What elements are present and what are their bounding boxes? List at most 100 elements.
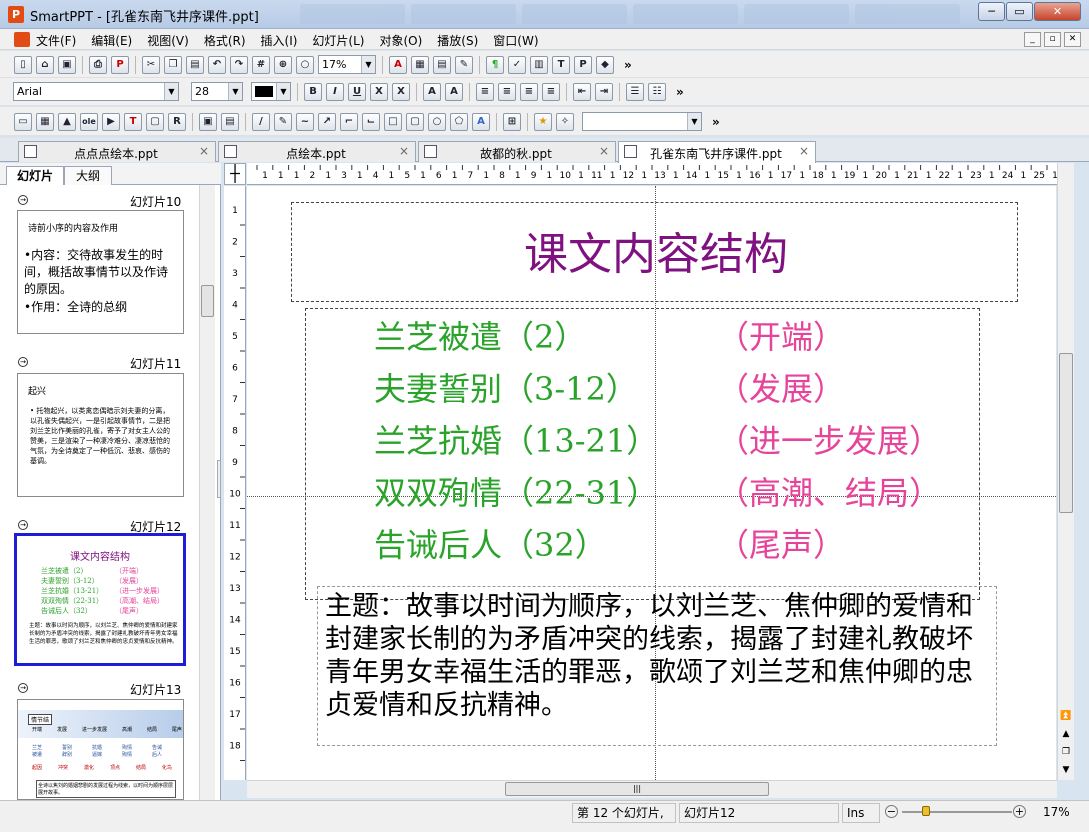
rectangle-icon[interactable]: □ [384,112,402,131]
text-a-icon[interactable]: A [389,55,407,74]
first-slide-icon[interactable]: ⏫ [1059,711,1073,725]
open-icon[interactable]: ⌂ [36,55,54,74]
more-draw-icon[interactable]: » [712,115,720,129]
tab-document-1[interactable]: 点点点绘本.ppt × [18,141,216,162]
slide-number-icon[interactable]: # [252,55,270,74]
chart-icon[interactable]: ▥ [530,55,548,74]
cut-icon[interactable]: ✂ [142,55,160,74]
font-select[interactable]: Arial ▼ [13,82,179,101]
new-icon[interactable]: ▯ [14,55,32,74]
zoom-slider-thumb[interactable] [922,806,930,816]
more-format-icon[interactable]: » [676,85,684,99]
menu-item-4[interactable]: 插入(I) [261,32,298,49]
template-icon[interactable]: T [552,55,570,74]
tab-close-icon[interactable]: × [399,144,409,158]
panel-scrollbar[interactable] [199,185,215,800]
zoom-slider[interactable] [902,811,1012,813]
arrow-icon[interactable]: ↗ [318,112,336,131]
magnifier-icon[interactable]: ○ [296,55,314,74]
menu-item-3[interactable]: 格式(R) [204,32,246,49]
zoom-select[interactable]: 17% ▼ [318,55,376,74]
canvas-vscrollbar[interactable]: ⏫ ▲ ❐ ▼ [1057,163,1074,780]
ellipse-icon[interactable]: ○ [428,112,446,131]
slide-canvas[interactable]: 课文内容结构 兰芝被遣（2） （开端） 夫妻誓别（3-12） （发展） 兰芝抗婚… [247,186,1056,780]
grid-icon[interactable]: ▦ [36,112,54,131]
document-icon[interactable] [14,32,30,47]
paragraph-icon[interactable]: ¶ [486,55,504,74]
slide-thumbnail-10[interactable]: 诗前小序的内容及作用 •内容：交待故事发生的时间，概括故事情节以及作诗的原因。 … [17,210,184,334]
menu-item-5[interactable]: 幻灯片(L) [312,32,364,49]
more-tools-icon[interactable]: » [624,58,632,72]
magic-icon[interactable]: ✧ [556,112,574,131]
ungroup-icon[interactable]: ▤ [221,112,239,131]
menu-item-1[interactable]: 编辑(E) [91,32,132,49]
text-effect-icon[interactable]: A [472,112,490,131]
pen-icon[interactable]: ✎ [274,112,292,131]
minimize-button[interactable]: ─ [978,2,1005,21]
curve-icon[interactable]: ~ [296,112,314,131]
font-color-select[interactable]: ▼ [251,82,291,101]
vscroll-thumb[interactable] [1059,353,1073,513]
grow-font-icon[interactable]: A [423,82,441,101]
save-icon[interactable]: ▣ [58,55,76,74]
ruler-corner[interactable]: ┼ [224,163,246,185]
maximize-button[interactable]: ▭ [1006,2,1033,21]
line-icon[interactable]: / [252,112,270,131]
frame-icon[interactable]: ▢ [146,112,164,131]
bold-button[interactable]: B [304,82,322,101]
menu-item-7[interactable]: 播放(S) [437,32,478,49]
shapes-icon[interactable]: ⬠ [450,112,468,131]
doc-restore-button[interactable]: ▫ [1044,32,1061,47]
movie-icon[interactable]: ▶ [102,112,120,131]
layout-icon[interactable]: ▭ [14,112,32,131]
ole-icon[interactable]: ole [80,112,98,131]
menu-item-8[interactable]: 窗口(W) [493,32,538,49]
zoom-icon[interactable]: ⊕ [274,55,292,74]
picture-icon[interactable]: ▦ [411,55,429,74]
canvas-hscrollbar[interactable]: ||| [247,780,1057,798]
slide-title[interactable]: 课文内容结构 [307,218,1005,282]
panel-splitter[interactable] [217,460,221,498]
tab-outline[interactable]: 大纲 [64,166,112,185]
slide-thumbnail-11[interactable]: 起兴 • 托物起兴，以类禽恋偶暗示刘夫妻的分离，以孔雀失偶起兴，一是引起故事情节… [17,373,184,497]
table-icon[interactable]: ▤ [433,55,451,74]
panel-scroll-thumb[interactable] [201,285,214,317]
bullets-icon[interactable]: ☰ [626,82,644,101]
strikethrough-button[interactable]: X [370,82,388,101]
zoom-in-button[interactable]: + [1013,805,1026,818]
menu-item-0[interactable]: 文件(F) [36,32,76,49]
close-button[interactable]: ✕ [1034,2,1081,21]
hscroll-thumb[interactable]: ||| [505,782,769,796]
image-icon[interactable]: ▲ [58,112,76,131]
tab-document-active[interactable]: 孔雀东南飞井序课件.ppt × [618,141,816,163]
tab-document-2[interactable]: 点绘本.ppt × [218,141,416,162]
numbering-icon[interactable]: ☷ [648,82,666,101]
tab-close-icon[interactable]: × [599,144,609,158]
textbox-icon[interactable]: T [124,112,142,131]
app-icon[interactable]: P [8,6,24,23]
prev-slide-icon[interactable]: ▲ [1059,729,1073,743]
decrease-indent-icon[interactable]: ⇤ [573,82,591,101]
tab-slides[interactable]: 幻灯片 [6,166,64,185]
group-icon[interactable]: ▣ [199,112,217,131]
undo-icon[interactable]: ↶ [208,55,226,74]
spell-check-icon[interactable]: ✓ [508,55,526,74]
menu-item-6[interactable]: 对象(O) [379,32,422,49]
font-size-select[interactable]: 28 ▼ [191,82,243,101]
format-painter-icon[interactable]: ✎ [455,55,473,74]
shrink-font-icon[interactable]: A [445,82,463,101]
slide-view-icon[interactable]: ❐ [1059,747,1073,761]
redo-icon[interactable]: ↷ [230,55,248,74]
align-center-icon[interactable]: ≡ [498,82,516,101]
increase-indent-icon[interactable]: ⇥ [595,82,613,101]
doc-minimize-button[interactable]: _ [1024,32,1041,47]
align-right-icon[interactable]: ≡ [520,82,538,101]
zoom-out-button[interactable]: − [885,805,898,818]
slide-thumbnail-12[interactable]: 课文内容结构 兰芝被遣（2） （开端） 夫妻誓别（3-12） （发展） 兰芝抗婚（13-… [14,533,186,666]
underline-button[interactable]: U [348,82,366,101]
justify-icon[interactable]: ≡ [542,82,560,101]
slide-thumbnail-13[interactable]: 情节结 开端 发展 进一步发展 高潮 结局 尾声 兰芝 誓别 抗婚 殉情 告诫 被遣 辞别 逼嫁 殉情后… [17,699,184,800]
copy-icon[interactable]: ❐ [164,55,182,74]
align-objects-icon[interactable]: ⊞ [503,112,521,131]
tab-document-3[interactable]: 故都的秋.ppt × [418,141,616,162]
